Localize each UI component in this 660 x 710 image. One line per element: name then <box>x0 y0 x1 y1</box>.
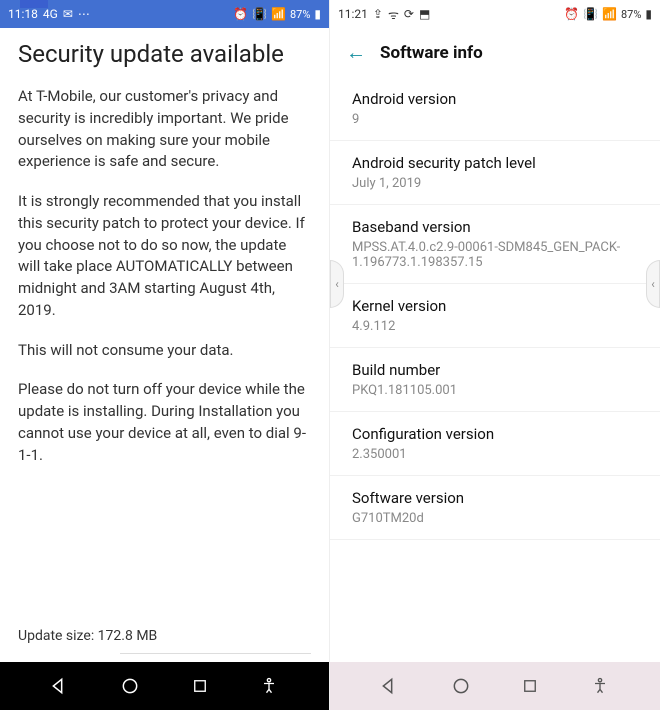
info-label: Android version <box>352 90 638 108</box>
info-label: Software version <box>352 489 638 507</box>
back-button[interactable] <box>50 676 70 696</box>
status-time: 11:18 <box>8 7 38 21</box>
update-size-text: Update size: 172.8 MB <box>18 628 157 644</box>
info-label: Build number <box>352 361 638 379</box>
info-row-kernel[interactable]: Kernel version 4.9.112 <box>330 284 660 348</box>
accessibility-button[interactable] <box>590 676 610 696</box>
alarm-icon: ⏰ <box>233 7 248 21</box>
info-value: PKQ1.181105.001 <box>352 383 638 398</box>
network-type: 4G <box>43 7 58 21</box>
wifi-calling-icon: ᯤ <box>388 6 399 23</box>
status-time: 11:21 <box>338 7 368 21</box>
update-paragraph-4: Please do not turn off your device while… <box>18 379 311 466</box>
info-row-software-version[interactable]: Software version G710TM20d <box>330 476 660 540</box>
phone-right-screenshot: 11:21 ⇪ ᯤ ⟳ ⬒ ⏰ 📳 📶 87% ▮ ← Software inf… <box>330 0 660 710</box>
edge-panel-handle-left[interactable]: ‹ <box>330 260 344 308</box>
info-value: G710TM20d <box>352 511 638 526</box>
info-row-config-version[interactable]: Configuration version 2.350001 <box>330 412 660 476</box>
gmail-icon: ✉ <box>63 7 73 21</box>
info-row-baseband[interactable]: Baseband version MPSS.AT.4.0.c2.9-00061-… <box>330 205 660 284</box>
accessibility-button[interactable] <box>259 676 279 696</box>
battery-percent: 87% <box>290 8 310 21</box>
vibrate-icon: 📳 <box>252 7 267 21</box>
info-row-build[interactable]: Build number PKQ1.181105.001 <box>330 348 660 412</box>
notification-tab-icon <box>20 0 48 8</box>
info-label: Android security patch level <box>352 154 638 172</box>
software-info-list[interactable]: ‹ ‹ Android version 9 Android security p… <box>330 77 660 662</box>
navigation-bar-left <box>0 662 329 710</box>
battery-icon: ▮ <box>645 7 652 21</box>
info-row-security-patch[interactable]: Android security patch level July 1, 201… <box>330 141 660 205</box>
update-paragraph-3: This will not consume your data. <box>18 340 311 362</box>
vibrate-icon: 📳 <box>583 7 598 21</box>
more-notifications-icon: ⋯ <box>78 7 90 21</box>
divider <box>120 653 311 654</box>
recent-apps-button[interactable] <box>191 677 209 695</box>
cast-icon: ⇪ <box>373 7 383 21</box>
battery-icon: ▮ <box>314 7 321 21</box>
signal-icon: 📶 <box>271 7 286 21</box>
back-button[interactable] <box>380 676 400 696</box>
signal-icon: 📶 <box>602 7 617 21</box>
info-label: Baseband version <box>352 218 638 236</box>
info-value: 9 <box>352 112 638 127</box>
nfc-icon: ⬒ <box>419 7 430 21</box>
info-label: Kernel version <box>352 297 638 315</box>
alarm-icon: ⏰ <box>564 7 579 21</box>
edge-panel-handle-right[interactable]: ‹ <box>646 260 660 308</box>
update-paragraph-1: At T-Mobile, our customer's privacy and … <box>18 86 311 173</box>
settings-header: ← Software info <box>330 28 660 77</box>
sync-icon: ⟳ <box>404 7 414 21</box>
home-button[interactable] <box>120 676 140 696</box>
recent-apps-button[interactable] <box>521 677 539 695</box>
info-row-android-version[interactable]: Android version 9 <box>330 77 660 141</box>
battery-percent: 87% <box>621 8 641 21</box>
update-content: Security update available At T-Mobile, o… <box>0 28 329 662</box>
back-arrow-button[interactable]: ← <box>346 40 366 65</box>
info-value: 4.9.112 <box>352 319 638 334</box>
home-button[interactable] <box>451 676 471 696</box>
phone-left-screenshot: 11:18 4G ✉ ⋯ ⏰ 📳 📶 87% ▮ Security update… <box>0 0 330 710</box>
update-paragraph-2: It is strongly recommended that you inst… <box>18 191 311 322</box>
page-title: Software info <box>380 43 483 63</box>
status-bar-right: 11:21 ⇪ ᯤ ⟳ ⬒ ⏰ 📳 📶 87% ▮ <box>330 0 660 28</box>
info-value: July 1, 2019 <box>352 176 638 191</box>
status-bar-left: 11:18 4G ✉ ⋯ ⏰ 📳 📶 87% ▮ <box>0 0 329 28</box>
info-value: MPSS.AT.4.0.c2.9-00061-SDM845_GEN_PACK-1… <box>352 240 638 270</box>
navigation-bar-right <box>330 662 660 710</box>
info-label: Configuration version <box>352 425 638 443</box>
info-value: 2.350001 <box>352 447 638 462</box>
update-heading: Security update available <box>18 40 311 68</box>
